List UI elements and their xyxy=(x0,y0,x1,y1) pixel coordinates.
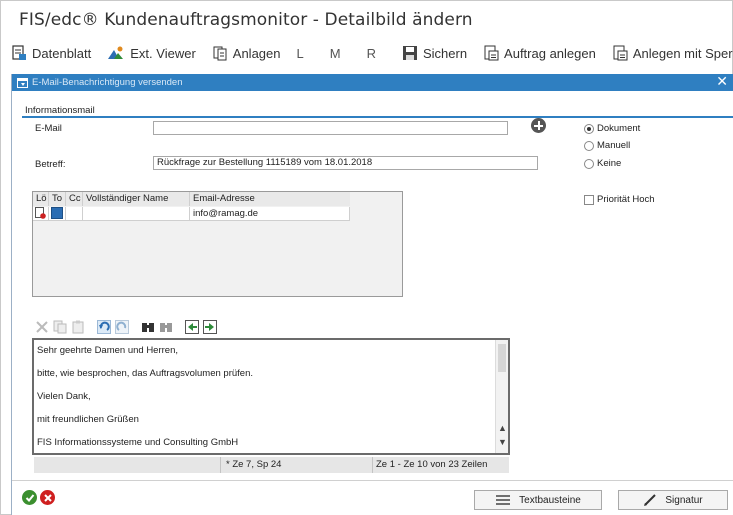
group-label: Informationsmail xyxy=(25,105,95,116)
m-button[interactable]: M xyxy=(330,46,341,61)
window-title: FIS/edc® Kundenauftragsmonitor - Detailb… xyxy=(19,10,473,30)
checkmark-icon xyxy=(25,493,34,502)
cancel-icon xyxy=(43,493,52,502)
toolbar: Datenblatt Ext. Viewer Anlagen L M R Sic… xyxy=(11,41,733,65)
export-file-icon[interactable] xyxy=(202,319,218,335)
scrollbar-thumb[interactable] xyxy=(498,344,506,372)
column-header: Email-Adresse xyxy=(193,193,255,204)
create-locked-icon xyxy=(612,45,628,61)
to-checkbox[interactable] xyxy=(49,207,66,221)
save-icon xyxy=(402,45,418,61)
editor-line: bitte, wie besprochen, das Auftragsvolum… xyxy=(37,368,253,379)
subject-input[interactable]: Rückfrage zur Bestellung 1115189 vom 18.… xyxy=(153,156,538,170)
attachments-icon xyxy=(212,45,228,61)
email-input[interactable] xyxy=(153,121,508,135)
paste-icon[interactable] xyxy=(70,319,86,335)
ext-viewer-button[interactable]: Ext. Viewer xyxy=(107,45,196,61)
editor-line: mit freundlichen Grüßen xyxy=(37,414,139,425)
close-icon[interactable]: ✕ xyxy=(716,74,728,91)
toolbar-label: Anlagen xyxy=(232,45,281,61)
pen-icon xyxy=(643,493,657,507)
priority-checkbox[interactable]: Priorität Hoch xyxy=(584,194,655,205)
status-divider xyxy=(372,457,373,473)
add-recipient-button[interactable] xyxy=(531,118,546,133)
table-row[interactable]: info@ramag.de xyxy=(33,207,350,221)
toolbar-label: Auftrag anlegen xyxy=(504,45,596,61)
scroll-up-icon[interactable]: ▲ xyxy=(498,423,507,433)
cc-checkbox[interactable] xyxy=(66,207,83,221)
dialog-title-bar: E-Mail-Benachrichtigung versenden xyxy=(12,74,733,91)
radio-icon xyxy=(584,140,594,151)
toolbar-label: Datenblatt xyxy=(32,45,92,61)
editor-line: FIS Informationssysteme und Consulting G… xyxy=(37,437,239,448)
cancel-button[interactable] xyxy=(40,490,55,505)
sichern-button[interactable]: Sichern xyxy=(402,45,467,61)
table-header: Lö To Cc Vollständiger Name Email-Adress… xyxy=(33,192,350,206)
column-header: Cc xyxy=(66,192,83,206)
button-label: Textbausteine xyxy=(519,494,581,506)
l-button[interactable]: L xyxy=(297,46,304,61)
find-next-icon[interactable] xyxy=(158,319,174,335)
message-editor[interactable]: Sehr geehrte Damen und Herren, bitte, wi… xyxy=(32,338,510,455)
radio-icon xyxy=(584,158,594,169)
radio-manuell[interactable]: Manuell xyxy=(584,140,630,151)
editor-status-bar: * Ze 7, Sp 24 Ze 1 - Ze 10 von 23 Zeilen xyxy=(34,457,509,473)
recipients-table: Lö To Cc Vollständiger Name Email-Adress… xyxy=(32,191,403,297)
delete-row-icon[interactable] xyxy=(33,207,49,221)
signatur-button[interactable]: Signatur xyxy=(618,490,728,510)
redo-icon[interactable] xyxy=(114,319,130,335)
create-order-icon xyxy=(483,45,499,61)
r-button[interactable]: R xyxy=(367,46,376,61)
app-window: FIS/edc® Kundenauftragsmonitor - Detailb… xyxy=(0,0,733,515)
radio-selected-icon xyxy=(584,123,594,134)
cursor-position: * Ze 7, Sp 24 xyxy=(226,459,282,470)
copy-icon[interactable] xyxy=(52,319,68,335)
column-header: Vollständiger Name xyxy=(83,192,190,206)
dialog-title: E-Mail-Benachrichtigung versenden xyxy=(32,77,183,88)
datasheet-icon xyxy=(11,45,27,61)
radio-dokument[interactable]: Dokument xyxy=(584,123,640,134)
cut-icon[interactable] xyxy=(34,319,50,335)
editor-line: Vielen Dank, xyxy=(37,391,91,402)
priority-label: Priorität Hoch xyxy=(597,194,655,205)
toolbar-label: Sichern xyxy=(422,45,468,61)
editor-toolbar xyxy=(34,318,220,336)
button-label: Signatur xyxy=(665,494,703,506)
line-range: Ze 1 - Ze 10 von 23 Zeilen xyxy=(376,459,488,470)
checkbox-icon xyxy=(584,194,594,205)
full-name-cell[interactable] xyxy=(83,207,190,221)
dialog-window-icon xyxy=(17,77,28,88)
anlagen-button[interactable]: Anlagen xyxy=(212,45,281,61)
confirm-button[interactable] xyxy=(22,490,37,505)
anlegen-mit-sperre-button[interactable]: Anlegen mit Sperre xyxy=(612,45,733,61)
column-header: Lö xyxy=(33,192,49,206)
insert-file-icon[interactable] xyxy=(184,319,200,335)
ext-viewer-icon xyxy=(107,45,125,61)
radio-label: Keine xyxy=(597,158,622,169)
radio-label: Dokument xyxy=(597,123,641,134)
undo-icon[interactable] xyxy=(96,319,112,335)
toolbar-label: Ext. Viewer xyxy=(130,45,196,61)
email-address-cell[interactable]: info@ramag.de xyxy=(190,207,350,221)
column-header: To xyxy=(49,192,66,206)
editor-line: Sehr geehrte Damen und Herren, xyxy=(37,345,178,356)
email-label: E-Mail xyxy=(35,123,62,134)
radio-label: Manuell xyxy=(597,140,631,151)
footer-divider xyxy=(12,480,733,481)
toolbar-label: Anlegen mit Sperre xyxy=(632,45,733,61)
find-icon[interactable] xyxy=(140,319,156,335)
editor-scrollbar[interactable]: ▲ ▼ xyxy=(495,340,508,453)
email-dialog: E-Mail-Benachrichtigung versenden ✕ Info… xyxy=(11,74,733,515)
textbausteine-button[interactable]: Textbausteine xyxy=(474,490,602,510)
datenblatt-button[interactable]: Datenblatt xyxy=(11,45,91,61)
editor-text[interactable]: Sehr geehrte Damen und Herren, bitte, wi… xyxy=(37,343,497,453)
radio-keine[interactable]: Keine xyxy=(584,158,621,169)
subject-label: Betreff: xyxy=(35,159,66,170)
text-blocks-icon xyxy=(495,494,511,506)
scroll-down-icon[interactable]: ▼ xyxy=(498,437,507,447)
auftrag-anlegen-button[interactable]: Auftrag anlegen xyxy=(483,45,596,61)
status-divider xyxy=(220,457,221,473)
group-divider xyxy=(22,116,733,118)
